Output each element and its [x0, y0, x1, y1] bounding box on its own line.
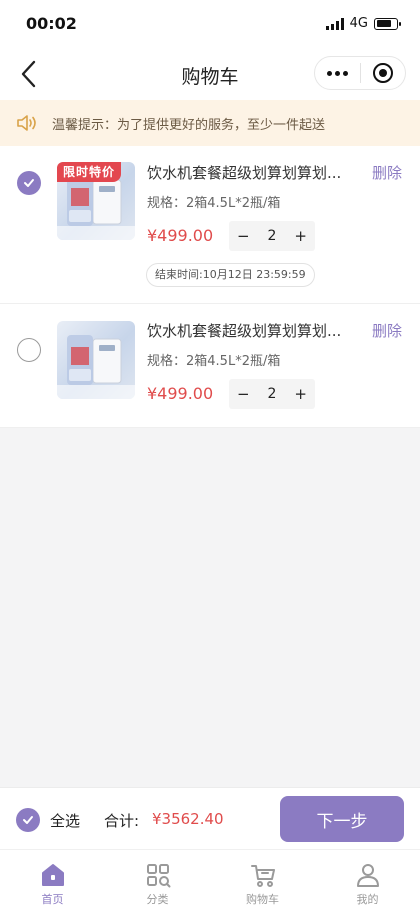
total-label: 合计:: [104, 812, 140, 830]
more-dots-icon: [326, 70, 348, 76]
notice-text: 温馨提示：为了提供更好的服务，至少一件起送: [52, 117, 326, 133]
mini-program-capsule: [314, 56, 406, 90]
more-menu-button[interactable]: [315, 57, 360, 89]
status-indicators: 4G: [325, 16, 401, 31]
profile-icon: [356, 864, 379, 887]
cart-list: 限时特价 饮水机套餐超级划算划算划... 删除 规格：2箱4.5L*2瓶/箱 ¥…: [0, 146, 420, 428]
tab-home[interactable]: 首页: [0, 850, 105, 909]
select-all-checkbox[interactable]: [16, 808, 40, 832]
select-all-label: 全选: [50, 811, 81, 830]
tab-label: 分类: [146, 893, 169, 906]
notice-banner: 温馨提示：为了提供更好的服务，至少一件起送: [0, 100, 420, 146]
category-icon: [146, 864, 170, 888]
target-icon: [372, 63, 393, 83]
total-amount: ¥3562.40: [152, 810, 224, 828]
delete-button[interactable]: 删除: [372, 162, 402, 183]
promo-end-time: 结束时间:10月12日 23:59:59: [146, 263, 315, 287]
product-photo: [57, 335, 135, 399]
speaker-icon: [17, 115, 36, 131]
battery-level: [376, 20, 391, 27]
item-checkbox-checked[interactable]: [17, 171, 41, 195]
battery-icon: [374, 17, 401, 30]
checkmark-icon: [23, 816, 33, 824]
tab-category[interactable]: 分类: [105, 850, 210, 909]
tab-label: 购物车: [246, 893, 279, 906]
product-title[interactable]: 饮水机套餐超级划算划算划...: [147, 162, 357, 183]
cart-icon: [250, 865, 275, 887]
tab-label: 我的: [356, 893, 379, 906]
product-spec: 规格：2箱4.5L*2瓶/箱: [147, 196, 281, 211]
cart-item: 饮水机套餐超级划算划算划... 删除 规格：2箱4.5L*2瓶/箱 ¥499.0…: [0, 304, 420, 428]
tab-bar: 首页 分类 购物车 我的: [0, 849, 420, 909]
product-title[interactable]: 饮水机套餐超级划算划算划...: [147, 320, 357, 341]
decrease-button[interactable]: −: [229, 227, 258, 245]
increase-button[interactable]: +: [286, 385, 315, 403]
increase-button[interactable]: +: [286, 227, 315, 245]
quantity-value[interactable]: 2: [258, 228, 287, 244]
tab-profile[interactable]: 我的: [315, 850, 420, 909]
status-time: 00:02: [26, 14, 77, 33]
signal-icon: [325, 17, 344, 30]
quantity-value[interactable]: 2: [258, 386, 287, 402]
checkmark-icon: [24, 179, 34, 187]
quantity-stepper: − 2 +: [229, 221, 315, 251]
product-spec: 规格：2箱4.5L*2瓶/箱: [147, 354, 281, 369]
network-type: 4G: [349, 16, 368, 31]
tab-cart[interactable]: 购物车: [210, 850, 315, 909]
quantity-stepper: − 2 +: [229, 379, 315, 409]
close-mini-program-button[interactable]: [361, 57, 406, 89]
product-image[interactable]: [57, 321, 135, 399]
item-checkbox-unchecked[interactable]: [17, 338, 41, 362]
nav-bar: 购物车: [0, 48, 420, 100]
next-step-button[interactable]: 下一步: [280, 796, 404, 842]
product-price: ¥499.00: [147, 226, 214, 245]
delete-button[interactable]: 删除: [372, 320, 402, 341]
product-price: ¥499.00: [147, 384, 214, 403]
promo-tag: 限时特价: [57, 162, 122, 182]
home-icon: [41, 864, 64, 886]
status-bar: 00:02 4G: [0, 0, 420, 48]
checkout-bar: 全选 合计: ¥3562.40 下一步: [0, 787, 420, 849]
decrease-button[interactable]: −: [229, 385, 258, 403]
select-all-toggle[interactable]: 全选: [16, 808, 80, 832]
cart-item: 限时特价 饮水机套餐超级划算划算划... 删除 规格：2箱4.5L*2瓶/箱 ¥…: [0, 146, 420, 304]
tab-label: 首页: [41, 893, 64, 906]
